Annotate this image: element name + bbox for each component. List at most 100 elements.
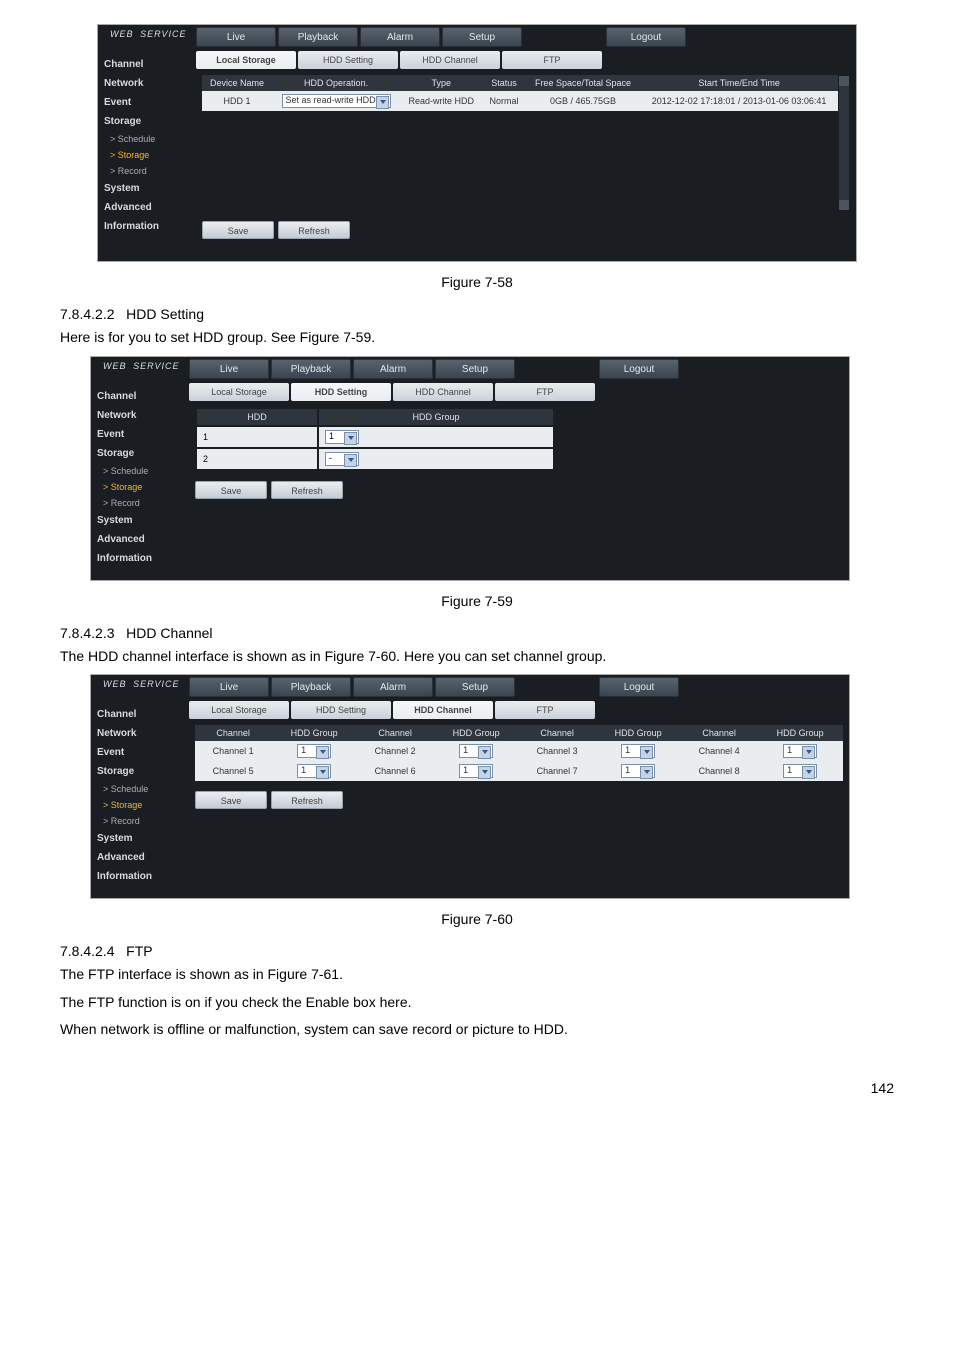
save-button[interactable]: Save (195, 481, 267, 499)
sidebar-system[interactable]: System (98, 179, 196, 198)
section-heading-hdd-channel: 7.8.4.2.3 HDD Channel (60, 625, 894, 641)
sidebar-schedule[interactable]: > Schedule (91, 781, 189, 797)
tab-logout[interactable]: Logout (599, 677, 679, 697)
sidebar-channel[interactable]: Channel (91, 387, 189, 406)
cell-channel: Channel 5 (195, 761, 271, 781)
th-start-end: Start Time/End Time (640, 75, 838, 91)
tab-setup[interactable]: Setup (435, 677, 515, 697)
sidebar-advanced[interactable]: Advanced (91, 848, 189, 867)
subtab-local-storage[interactable]: Local Storage (196, 51, 296, 69)
tab-logout[interactable]: Logout (599, 359, 679, 379)
channel-group-select[interactable]: 1 (297, 764, 331, 778)
tab-setup[interactable]: Setup (442, 27, 522, 47)
page-number: 142 (60, 1080, 894, 1096)
tab-live[interactable]: Live (189, 359, 269, 379)
th-type: Type (400, 75, 482, 91)
channel-group-select[interactable]: 1 (621, 764, 655, 778)
sidebar-event[interactable]: Event (91, 425, 189, 444)
cell-hdd: 2 (197, 449, 317, 469)
tab-alarm[interactable]: Alarm (353, 359, 433, 379)
figure-caption-60: Figure 7-60 (60, 911, 894, 927)
sidebar-channel[interactable]: Channel (91, 705, 189, 724)
hdd-operation-select[interactable]: Set as read-write HDD (282, 94, 391, 108)
subtab-hdd-channel[interactable]: HDD Channel (400, 51, 500, 69)
sidebar-system[interactable]: System (91, 829, 189, 848)
save-button[interactable]: Save (202, 221, 274, 239)
sidebar-record[interactable]: > Record (98, 163, 196, 179)
sidebar-system[interactable]: System (91, 511, 189, 530)
subtab-hdd-channel[interactable]: HDD Channel (393, 701, 493, 719)
refresh-button[interactable]: Refresh (271, 481, 343, 499)
th-free-total: Free Space/Total Space (526, 75, 640, 91)
tab-alarm[interactable]: Alarm (360, 27, 440, 47)
tab-playback[interactable]: Playback (278, 27, 358, 47)
th-hdd-operation: HDD Operation. (272, 75, 400, 91)
sidebar-storage-sub[interactable]: > Storage (98, 147, 196, 163)
app-header: WEB SERVICE Live Playback Alarm Setup Lo… (91, 675, 849, 699)
sidebar-schedule[interactable]: > Schedule (98, 131, 196, 147)
cell-hdd-group: - (319, 449, 553, 469)
th-device-name: Device Name (202, 75, 272, 91)
sidebar-storage[interactable]: Storage (91, 444, 189, 463)
channel-group-select[interactable]: 1 (783, 764, 817, 778)
refresh-button[interactable]: Refresh (278, 221, 350, 239)
tab-playback[interactable]: Playback (271, 359, 351, 379)
cell-channel: Channel 4 (681, 741, 757, 761)
th-hdd-group: HDD Group (319, 409, 553, 425)
sidebar: Channel Network Event Storage > Schedule… (91, 699, 189, 898)
body-text: The HDD channel interface is shown as in… (60, 647, 894, 667)
sidebar-event[interactable]: Event (91, 743, 189, 762)
tab-playback[interactable]: Playback (271, 677, 351, 697)
sidebar-channel[interactable]: Channel (98, 55, 196, 74)
subtab-hdd-channel[interactable]: HDD Channel (393, 383, 493, 401)
tab-logout[interactable]: Logout (606, 27, 686, 47)
hdd-group-select[interactable]: 1 (325, 430, 359, 444)
subtab-ftp[interactable]: FTP (495, 701, 595, 719)
subtab-local-storage[interactable]: Local Storage (189, 701, 289, 719)
sidebar: Channel Network Event Storage > Schedule… (98, 49, 196, 261)
sidebar-storage-sub[interactable]: > Storage (91, 797, 189, 813)
refresh-button[interactable]: Refresh (271, 791, 343, 809)
tab-live[interactable]: Live (196, 27, 276, 47)
subtab-hdd-setting[interactable]: HDD Setting (291, 383, 391, 401)
save-button[interactable]: Save (195, 791, 267, 809)
subtab-ftp[interactable]: FTP (502, 51, 602, 69)
brand-logo: WEB SERVICE (98, 25, 196, 49)
top-tabs: Live Playback Alarm Setup Logout (196, 25, 688, 49)
sidebar-record[interactable]: > Record (91, 495, 189, 511)
sidebar-network[interactable]: Network (91, 406, 189, 425)
tab-live[interactable]: Live (189, 677, 269, 697)
sidebar-information[interactable]: Information (98, 217, 196, 236)
sidebar-storage[interactable]: Storage (91, 762, 189, 781)
subtab-local-storage[interactable]: Local Storage (189, 383, 289, 401)
sidebar-schedule[interactable]: > Schedule (91, 463, 189, 479)
vertical-scrollbar[interactable] (838, 75, 850, 211)
sidebar-information[interactable]: Information (91, 549, 189, 568)
sidebar-network[interactable]: Network (91, 724, 189, 743)
channel-group-select[interactable]: 1 (459, 764, 493, 778)
body-text: The FTP interface is shown as in Figure … (60, 965, 894, 985)
sidebar-storage[interactable]: Storage (98, 112, 196, 131)
sidebar-advanced[interactable]: Advanced (98, 198, 196, 217)
channel-group-select[interactable]: 1 (621, 744, 655, 758)
sidebar-information[interactable]: Information (91, 867, 189, 886)
subtab-hdd-setting[interactable]: HDD Setting (298, 51, 398, 69)
sidebar-network[interactable]: Network (98, 74, 196, 93)
tab-setup[interactable]: Setup (435, 359, 515, 379)
scroll-down-icon[interactable] (839, 200, 849, 210)
channel-group-select[interactable]: 1 (459, 744, 493, 758)
cell-channel: Channel 2 (357, 741, 433, 761)
scroll-up-icon[interactable] (839, 76, 849, 86)
sidebar-event[interactable]: Event (98, 93, 196, 112)
th-hdd-group: HDD Group (433, 725, 519, 741)
channel-group-select[interactable]: 1 (297, 744, 331, 758)
channel-group-select[interactable]: 1 (783, 744, 817, 758)
subtab-ftp[interactable]: FTP (495, 383, 595, 401)
subtab-hdd-setting[interactable]: HDD Setting (291, 701, 391, 719)
sidebar-storage-sub[interactable]: > Storage (91, 479, 189, 495)
sidebar-advanced[interactable]: Advanced (91, 530, 189, 549)
sidebar-record[interactable]: > Record (91, 813, 189, 829)
hdd-group-select[interactable]: - (325, 452, 359, 466)
cell-free-total: 0GB / 465.75GB (526, 91, 640, 111)
tab-alarm[interactable]: Alarm (353, 677, 433, 697)
